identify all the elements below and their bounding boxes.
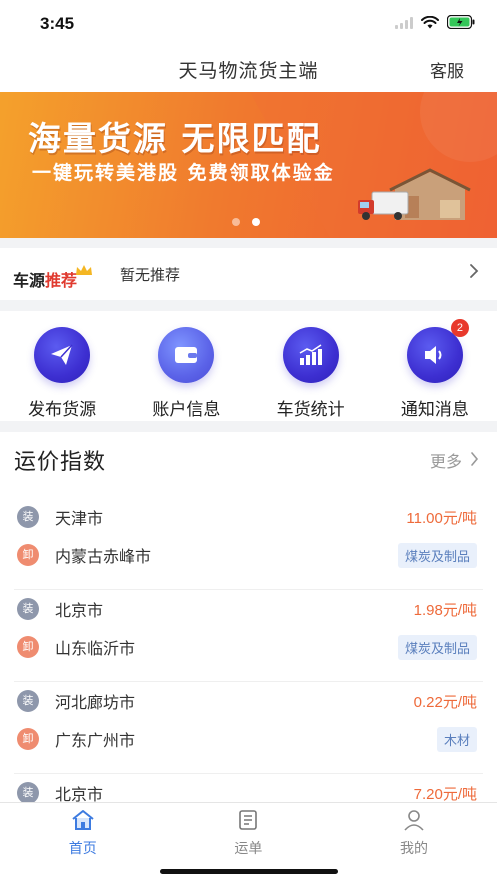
status-bar: 3:45 [0, 0, 497, 48]
route-price: 7.20元/吨 [413, 785, 477, 803]
destination-city: 内蒙古赤峰市 [55, 547, 152, 566]
chevron-right-icon[interactable] [469, 263, 479, 283]
home-indicator [160, 869, 338, 874]
load-tag: 装 [17, 598, 39, 620]
chevron-right-icon [470, 451, 479, 470]
destination-city: 广东广州市 [55, 731, 136, 750]
status-time: 3:45 [40, 14, 75, 33]
menu-label: 车货统计 [276, 400, 345, 420]
route-item[interactable]: 装 河北廊坊市 0.22元/吨 卸 广东广州市 木材 [14, 682, 483, 774]
load-row: 装 北京市 1.98元/吨 [14, 594, 483, 624]
unload-tag: 卸 [17, 728, 39, 750]
battery-icon [446, 14, 475, 33]
unload-row: 卸 山东临沂市 煤炭及制品 [14, 632, 483, 662]
nav-bar: 天马物流货主端 客服 [0, 48, 497, 92]
tab-label: 我的 [399, 841, 428, 857]
freight-index-section: 运价指数 更多 装 天津市 11.00元/吨 卸 内蒙古赤峰市 煤炭及制品 装 … [0, 432, 497, 802]
document-icon [237, 810, 259, 835]
route-item[interactable]: 装 天津市 11.00元/吨 卸 内蒙古赤峰市 煤炭及制品 [14, 498, 483, 590]
route-price: 1.98元/吨 [413, 601, 477, 619]
recommend-text: 暂无推荐 [120, 266, 181, 284]
quick-menu: 发布货源 账户信息 车货统计 2 通知消息 [0, 311, 497, 421]
load-row: 装 天津市 11.00元/吨 [14, 502, 483, 532]
crown-icon [75, 261, 93, 280]
cargo-type-badge: 煤炭及制品 [397, 634, 477, 660]
signal-icon [395, 14, 413, 33]
more-label: 更多 [429, 452, 462, 471]
load-row: 装 河北廊坊市 0.22元/吨 [14, 686, 483, 716]
customer-service-button[interactable]: 客服 [430, 57, 464, 82]
app-screen: 3:45 天马物流货主端 客服 海量货源 无限匹配 一键玩转美港股 免费领取体验… [0, 0, 497, 883]
page-title: 天马物流货主端 [178, 60, 319, 82]
load-row: 装 北京市 7.20元/吨 [14, 778, 483, 802]
banner-dot-1[interactable] [232, 218, 240, 226]
menu-label: 通知消息 [400, 400, 469, 420]
tab-mine[interactable]: 我的 [331, 803, 497, 883]
route-price: 11.00元/吨 [406, 509, 477, 527]
vehicle-recommendation-row[interactable]: 车源推荐 暂无推荐 [0, 248, 497, 300]
origin-city: 北京市 [55, 601, 104, 620]
section-title: 运价指数 [14, 450, 107, 475]
banner-pagination[interactable] [232, 218, 260, 226]
menu-item-publish-cargo[interactable]: 发布货源 [0, 311, 124, 421]
recommend-logo-part1: 车源 [13, 271, 46, 290]
paper-plane-icon [34, 327, 91, 383]
unload-row: 卸 内蒙古赤峰市 煤炭及制品 [14, 540, 483, 570]
menu-label: 账户信息 [152, 400, 221, 420]
more-link[interactable]: 更多 [430, 448, 479, 472]
load-tag: 装 [17, 690, 39, 712]
menu-item-statistics[interactable]: 车货统计 [249, 311, 373, 421]
unload-row: 卸 广东广州市 木材 [14, 724, 483, 754]
menu-label: 发布货源 [28, 400, 97, 420]
menu-item-account-info[interactable]: 账户信息 [124, 311, 248, 421]
bar-chart-icon [282, 327, 339, 383]
cargo-type-badge: 木材 [436, 726, 477, 752]
home-icon [71, 810, 95, 835]
wifi-icon [421, 14, 439, 33]
banner-subtitle: 一键玩转美港股 免费领取体验金 [32, 162, 335, 184]
destination-city: 山东临沂市 [55, 639, 136, 658]
origin-city: 天津市 [55, 509, 104, 528]
tab-home[interactable]: 首页 [0, 803, 166, 883]
load-tag: 装 [17, 782, 39, 802]
route-item[interactable]: 装 北京市 7.20元/吨 [14, 774, 483, 802]
user-icon [403, 810, 425, 835]
notification-badge: 2 [450, 319, 469, 337]
banner-title: 海量货源 无限匹配 [28, 119, 322, 158]
origin-city: 河北廊坊市 [55, 693, 136, 712]
tab-label: 首页 [68, 841, 97, 857]
banner-dot-2[interactable] [252, 218, 260, 226]
promo-banner[interactable]: 海量货源 无限匹配 一键玩转美港股 免费领取体验金 [0, 92, 497, 238]
recommend-logo: 车源推荐 [13, 267, 77, 291]
origin-city: 北京市 [55, 785, 104, 802]
unload-tag: 卸 [17, 544, 39, 566]
cargo-type-badge: 煤炭及制品 [397, 542, 477, 568]
status-icons [395, 14, 475, 33]
speaker-icon: 2 [406, 319, 469, 383]
tab-label: 运单 [234, 841, 263, 857]
route-item[interactable]: 装 北京市 1.98元/吨 卸 山东临沂市 煤炭及制品 [14, 590, 483, 682]
recommend-logo-part2: 推荐 [45, 271, 78, 290]
unload-tag: 卸 [17, 636, 39, 658]
load-tag: 装 [17, 506, 39, 528]
wallet-icon [158, 327, 215, 383]
route-price: 0.22元/吨 [413, 693, 477, 711]
menu-item-notifications[interactable]: 2 通知消息 [373, 311, 497, 421]
